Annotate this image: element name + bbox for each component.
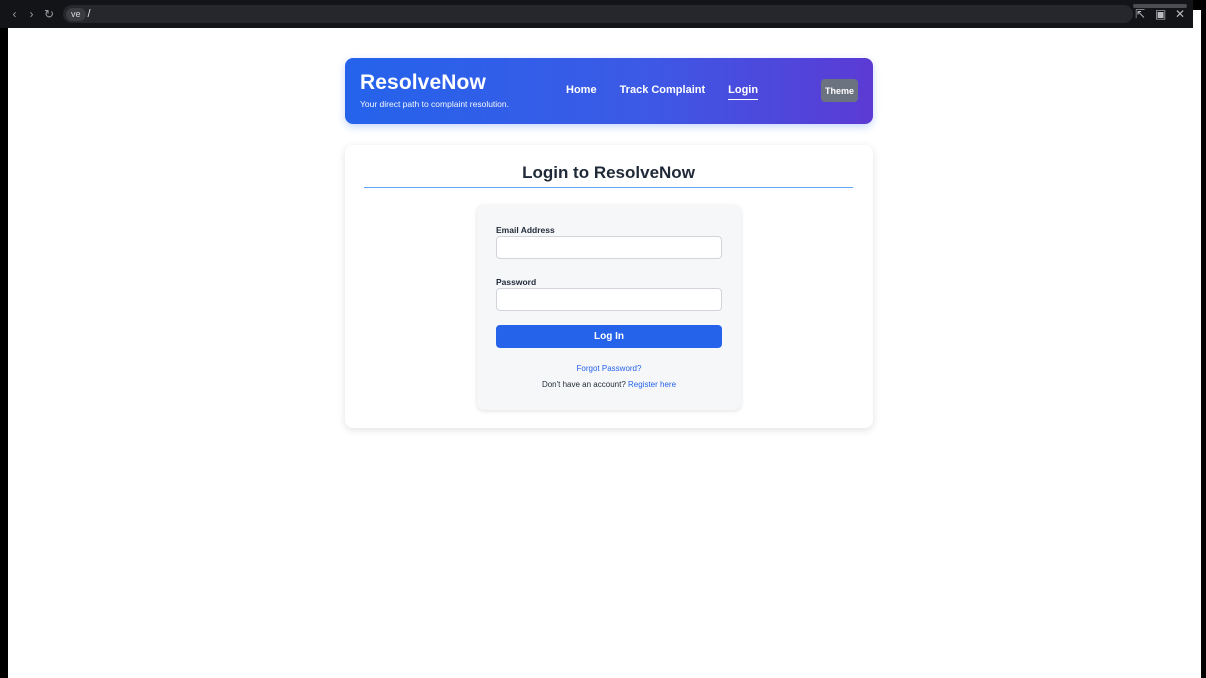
password-label: Password <box>496 277 537 287</box>
main-nav: Home Track Complaint Login <box>566 84 759 100</box>
brand-title[interactable]: ResolveNow <box>360 71 509 95</box>
page-title: Login to ResolveNow <box>364 163 853 188</box>
back-icon[interactable]: ‹ <box>10 7 19 21</box>
window-controls: ⇱ ▣ ✕ <box>1135 7 1185 21</box>
address-bar[interactable]: ve / <box>63 5 1133 23</box>
extension-icon[interactable]: ⇱ <box>1135 7 1145 21</box>
register-prompt: Don't have an account? Register here <box>477 380 741 389</box>
login-button[interactable]: Log In <box>496 325 722 348</box>
brand: ResolveNow Your direct path to complaint… <box>360 71 509 109</box>
browser-nav-buttons: ‹ › ↻ <box>10 7 55 21</box>
email-label: Email Address <box>496 225 555 235</box>
email-field[interactable] <box>496 236 722 259</box>
forward-icon[interactable]: › <box>27 7 36 21</box>
url-text[interactable]: / <box>88 8 91 20</box>
site-info-pill[interactable]: ve <box>66 7 86 21</box>
nav-login[interactable]: Login <box>728 84 759 100</box>
window-icon[interactable]: ▣ <box>1155 7 1166 21</box>
browser-tab-indicator[interactable] <box>1133 4 1187 8</box>
close-icon[interactable]: ✕ <box>1175 7 1185 21</box>
brand-tagline: Your direct path to complaint resolution… <box>360 99 509 109</box>
login-card: Login to ResolveNow Email Address Passwo… <box>345 145 873 428</box>
reload-icon[interactable]: ↻ <box>44 7 54 21</box>
register-link[interactable]: Register here <box>628 380 676 389</box>
site-header: ResolveNow Your direct path to complaint… <box>345 58 873 124</box>
theme-toggle-button[interactable]: Theme <box>821 79 858 102</box>
forgot-password-link[interactable]: Forgot Password? <box>477 364 741 373</box>
nav-track-complaint[interactable]: Track Complaint <box>620 84 706 100</box>
nav-home[interactable]: Home <box>566 84 597 100</box>
no-account-text: Don't have an account? <box>541 380 626 389</box>
login-form: Email Address Password Log In Forgot Pas… <box>477 205 741 410</box>
browser-toolbar: ‹ › ↻ ve / ⇱ ▣ ✕ <box>0 0 1193 28</box>
password-field[interactable] <box>496 288 722 311</box>
